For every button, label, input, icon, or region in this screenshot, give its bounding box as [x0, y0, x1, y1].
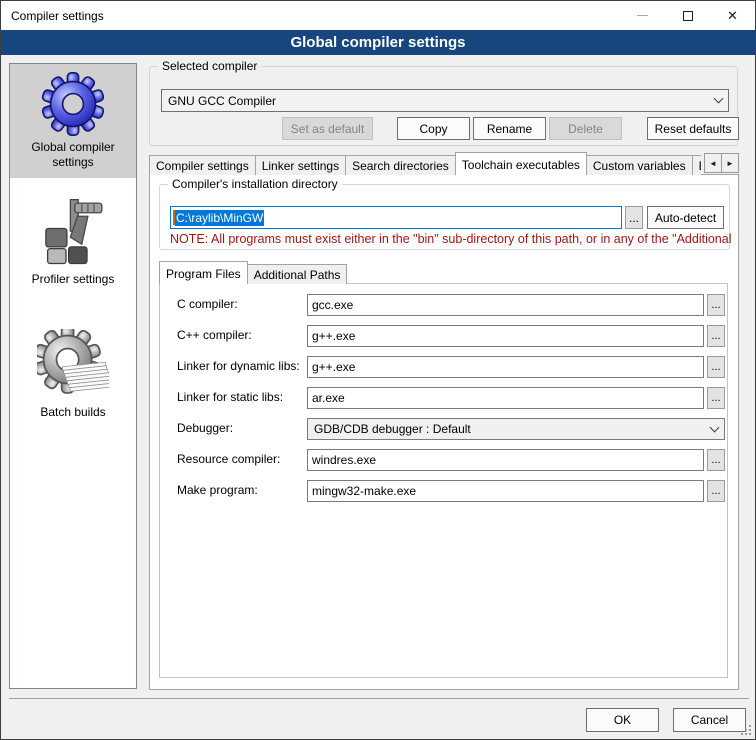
cpp-compiler-label: C++ compiler: [177, 328, 252, 342]
delete-button[interactable]: Delete [549, 117, 622, 140]
cancel-button[interactable]: Cancel [673, 708, 746, 732]
debugger-select-value: GDB/CDB debugger : Default [314, 422, 711, 436]
rename-button[interactable]: Rename [473, 117, 546, 140]
selected-compiler-group: Selected compiler GNU GCC Compiler Set a… [149, 66, 738, 146]
cpp-compiler-browse-button[interactable]: ... [707, 325, 725, 347]
reset-defaults-button[interactable]: Reset defaults [647, 117, 739, 140]
dynamic-linker-input[interactable] [307, 356, 704, 378]
tab-build-options[interactable]: Build options [692, 155, 701, 175]
installation-directory-group: Compiler's installation directory C:\ray… [159, 184, 730, 250]
tab-scroll-buttons: ◄ ► [705, 153, 739, 173]
tab-linker-settings[interactable]: Linker settings [255, 155, 346, 175]
close-button[interactable]: ✕ [710, 1, 755, 30]
make-program-browse-button[interactable]: ... [707, 480, 725, 502]
main-panel: Selected compiler GNU GCC Compiler Set a… [149, 63, 739, 693]
profiler-caliper-icon [38, 196, 108, 268]
dialog-header: Global compiler settings [1, 30, 755, 55]
set-as-default-button[interactable]: Set as default [282, 117, 373, 140]
ok-button[interactable]: OK [586, 708, 659, 732]
resource-compiler-label: Resource compiler: [177, 452, 280, 466]
maximize-icon [683, 11, 693, 21]
tab-search-directories[interactable]: Search directories [345, 155, 456, 175]
tab-scroll-left-icon[interactable]: ◄ [704, 153, 722, 173]
tab-compiler-settings[interactable]: Compiler settings [149, 155, 256, 175]
tab-additional-paths[interactable]: Additional Paths [247, 264, 348, 284]
settings-tab-control: Compiler settings Linker settings Search… [149, 151, 739, 740]
batch-builds-gear-icon [37, 329, 109, 401]
programs-tabstrip: Program Files Additional Paths [159, 260, 719, 284]
compiler-settings-dialog: Compiler settings ✕ Global compiler sett… [0, 0, 756, 740]
make-program-label: Make program: [177, 483, 258, 497]
footer-divider [9, 698, 749, 699]
tab-program-files[interactable]: Program Files [159, 261, 248, 284]
programs-tab-control: Program Files Additional Paths C compile… [159, 260, 729, 680]
titlebar[interactable]: Compiler settings ✕ [1, 1, 755, 30]
auto-detect-button[interactable]: Auto-detect [647, 206, 724, 229]
static-linker-browse-button[interactable]: ... [707, 387, 725, 409]
make-program-input[interactable] [307, 480, 704, 502]
copy-button[interactable]: Copy [397, 117, 470, 140]
blue-gear-icon [41, 72, 105, 136]
form-row-dynamic-linker: Linker for dynamic libs: ... [160, 356, 729, 378]
static-linker-label: Linker for static libs: [177, 390, 283, 404]
selected-text: C:\raylib\MinGW [175, 210, 264, 226]
sidebar-item-profiler-settings[interactable]: Profiler settings [10, 188, 136, 295]
tab-custom-variables[interactable]: Custom variables [586, 155, 693, 175]
sidebar-item-batch-builds[interactable]: Batch builds [10, 321, 136, 428]
compiler-select[interactable]: GNU GCC Compiler [161, 89, 729, 112]
selected-compiler-group-label: Selected compiler [158, 59, 261, 73]
c-compiler-browse-button[interactable]: ... [707, 294, 725, 316]
settings-tabstrip: Compiler settings Linker settings Search… [149, 151, 701, 175]
settings-category-list: Global compiler settings Profiler [9, 63, 137, 689]
browse-directory-button[interactable]: ... [625, 206, 643, 229]
installation-directory-group-label: Compiler's installation directory [168, 177, 342, 191]
cpp-compiler-input[interactable] [307, 325, 704, 347]
form-row-static-linker: Linker for static libs: ... [160, 387, 729, 409]
dynamic-linker-browse-button[interactable]: ... [707, 356, 725, 378]
program-files-page: C compiler: ... C++ compiler: ... Linker… [159, 283, 728, 678]
chevron-down-icon [710, 422, 720, 432]
debugger-label: Debugger: [177, 421, 233, 435]
sidebar-item-global-compiler-settings[interactable]: Global compiler settings [10, 64, 136, 178]
form-row-debugger: Debugger: GDB/CDB debugger : Default [160, 418, 729, 440]
dynamic-linker-label: Linker for dynamic libs: [177, 359, 300, 373]
minimize-button[interactable] [620, 1, 665, 30]
bin-subdirectory-note: NOTE: All programs must exist either in … [170, 232, 742, 247]
toolchain-executables-page: Compiler's installation directory C:\ray… [149, 174, 739, 690]
form-row-make-program: Make program: ... [160, 480, 729, 502]
minimize-icon [637, 15, 648, 16]
tab-scroll-right-icon[interactable]: ► [721, 153, 739, 173]
debugger-select[interactable]: GDB/CDB debugger : Default [307, 418, 725, 440]
compiler-select-value: GNU GCC Compiler [168, 94, 715, 108]
tab-toolchain-executables[interactable]: Toolchain executables [455, 152, 587, 175]
static-linker-input[interactable] [307, 387, 704, 409]
sidebar-item-label: Profiler settings [32, 272, 115, 287]
sidebar-item-label: Global compiler settings [12, 140, 134, 170]
form-row-cpp-compiler: C++ compiler: ... [160, 325, 729, 347]
sidebar-item-label: Batch builds [40, 405, 105, 420]
chevron-down-icon [714, 94, 724, 104]
resource-compiler-browse-button[interactable]: ... [707, 449, 725, 471]
c-compiler-label: C compiler: [177, 297, 238, 311]
form-row-c-compiler: C compiler: ... [160, 294, 729, 316]
c-compiler-input[interactable] [307, 294, 704, 316]
resource-compiler-input[interactable] [307, 449, 704, 471]
form-row-resource-compiler: Resource compiler: ... [160, 449, 729, 471]
maximize-button[interactable] [665, 1, 710, 30]
installation-directory-input[interactable]: C:\raylib\MinGW [170, 206, 622, 229]
resize-grip[interactable] [749, 733, 751, 735]
window-title: Compiler settings [1, 9, 620, 23]
